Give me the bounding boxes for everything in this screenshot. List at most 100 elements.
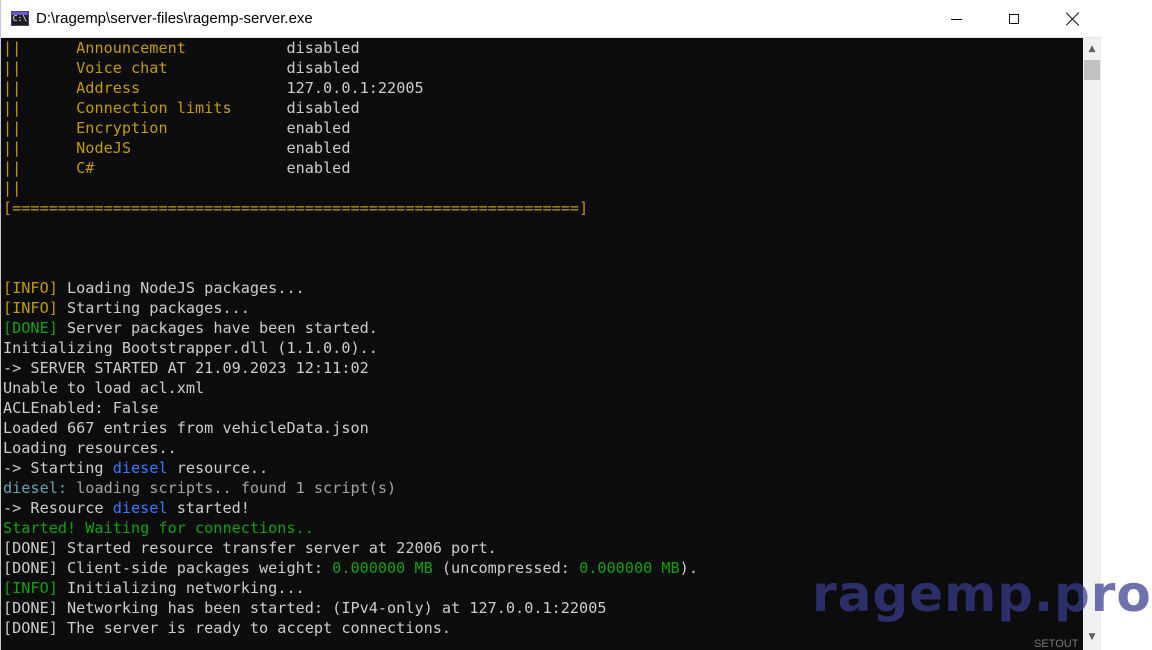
console-text-segment: [DONE] The server is ready to accept con…: [3, 619, 452, 637]
console-line: || Address 127.0.0.1:22005: [3, 78, 698, 98]
close-icon: [1066, 12, 1080, 26]
console-text-segment: enabled: [286, 139, 351, 157]
console-text-segment: NodeJS: [76, 139, 287, 157]
chevron-up-icon: ▲: [1088, 44, 1096, 54]
console-line: [INFO] Loading NodeJS packages...: [3, 278, 698, 298]
console-line: Initializing Bootstrapper.dll (1.1.0.0).…: [3, 338, 698, 358]
console-text-segment: [INFO]: [3, 299, 58, 317]
console-text-segment: Connection limits: [76, 99, 287, 117]
app-icon-text: C:\: [12, 14, 28, 23]
console-line: -> Resource diesel started!: [3, 498, 698, 518]
console-text-segment: -> SERVER STARTED AT 21.09.2023 12:11:02: [3, 359, 369, 377]
console-text-segment: [DONE] Client-side packages weight:: [3, 559, 333, 577]
edge-text: SETOUT: [1034, 638, 1079, 650]
console-text-segment: ||: [3, 39, 77, 57]
console-text-segment: (uncompressed:: [432, 559, 580, 577]
console-text-segment: resource..: [167, 459, 269, 477]
console-line: || Connection limits disabled: [3, 98, 698, 118]
console-text-segment: Loading resources..: [3, 439, 177, 457]
console-text-segment: [DONE] Started resource transfer server …: [3, 539, 497, 557]
console-text-segment: [=======================================…: [3, 199, 589, 217]
scroll-down-button[interactable]: ▼: [1083, 628, 1101, 646]
console-text-segment: Encryption: [76, 119, 287, 137]
console-text-segment: disabled: [286, 39, 360, 57]
console-text-segment: Address: [76, 79, 287, 97]
console-text-segment: disabled: [286, 99, 360, 117]
console-line: || Voice chat disabled: [3, 58, 698, 78]
console-line: ||: [3, 178, 698, 198]
console-line: Started! Waiting for connections..: [3, 518, 698, 538]
maximize-button[interactable]: [985, 0, 1043, 38]
scroll-thumb[interactable]: [1084, 60, 1100, 80]
console-text-segment: ||: [3, 59, 77, 77]
console-text-segment: ||: [3, 179, 22, 197]
console-window: C:\ D:\ragemp\server-files\ragemp-server…: [0, 0, 1102, 650]
console-text-segment: Loaded 667 entries from vehicleData.json: [3, 419, 369, 437]
scroll-up-button[interactable]: ▲: [1083, 40, 1101, 58]
console-line: || Announcement disabled: [3, 38, 698, 58]
console-text-segment: [INFO]: [3, 579, 58, 597]
minimize-button[interactable]: [927, 0, 985, 38]
console-text-segment: Started! Waiting for connections..: [3, 519, 314, 537]
console-text-segment: -> Resource: [3, 499, 113, 517]
console-text-segment: [INFO]: [3, 279, 58, 297]
console-line: ACLEnabled: False: [3, 398, 698, 418]
console-text-segment: -> Starting: [3, 459, 113, 477]
maximize-icon: [1009, 14, 1019, 24]
console-lines: || Announcement disabled || Voice chat di…: [3, 38, 698, 638]
chevron-down-icon: ▼: [1088, 632, 1096, 642]
watermark: ragemp.pro: [812, 565, 1152, 623]
page-background: [1102, 0, 1152, 650]
console-text-segment: diesel: [112, 459, 168, 477]
console-text-segment: Initializing networking...: [57, 579, 305, 597]
console-text-segment: Server packages have been started.: [57, 319, 378, 337]
console-line: [=======================================…: [3, 198, 698, 218]
console-text-segment: 0.000000 MB: [332, 559, 433, 577]
console-line: [DONE] Server packages have been started…: [3, 318, 698, 338]
console-text-segment: enabled: [286, 119, 351, 137]
console-text-segment: 0.000000 MB: [579, 559, 680, 577]
console-line: || NodeJS enabled: [3, 138, 698, 158]
console-text-segment: Starting packages...: [57, 299, 250, 317]
console-text-segment: ||: [3, 139, 77, 157]
console-line: Loading resources..: [3, 438, 698, 458]
console-text-segment: ACLEnabled: False: [3, 399, 159, 417]
console-text-segment: Loading NodeJS packages...: [57, 279, 305, 297]
console-line: -> SERVER STARTED AT 21.09.2023 12:11:02: [3, 358, 698, 378]
console-text-segment: disabled: [286, 59, 360, 77]
console-app-icon[interactable]: C:\: [11, 11, 29, 26]
console-text-segment: ||: [3, 119, 77, 137]
console-text-segment: diesel: [112, 499, 168, 517]
console-text-segment: Initializing Bootstrapper.dll (1.1.0.0).…: [3, 339, 378, 357]
console-output[interactable]: || Announcement disabled || Voice chat di…: [1, 38, 1083, 650]
console-text-segment: ).: [679, 559, 698, 577]
console-line: [DONE] Client-side packages weight: 0.00…: [3, 558, 698, 578]
console-text-segment: diesel:: [3, 479, 68, 497]
title-bar[interactable]: C:\ D:\ragemp\server-files\ragemp-server…: [1, 0, 1102, 38]
console-text-segment: Voice chat: [76, 59, 287, 77]
console-line: || C# enabled: [3, 158, 698, 178]
console-line: [DONE] Started resource transfer server …: [3, 538, 698, 558]
minimize-icon: [950, 18, 962, 20]
console-text-segment: started!: [167, 499, 250, 517]
console-line: diesel: loading scripts.. found 1 script…: [3, 478, 698, 498]
console-text-segment: [DONE] Networking has been started: (IPv…: [3, 599, 607, 617]
console-text-segment: Announcement: [76, 39, 287, 57]
console-line: [DONE] Networking has been started: (IPv…: [3, 598, 698, 618]
close-button[interactable]: [1044, 0, 1102, 38]
console-line: [INFO] Starting packages...: [3, 298, 698, 318]
window-title: D:\ragemp\server-files\ragemp-server.exe: [36, 10, 313, 27]
console-text-segment: loading scripts.. found 1 script(s): [67, 479, 397, 497]
console-line: Loaded 667 entries from vehicleData.json: [3, 418, 698, 438]
console-text-segment: [DONE]: [3, 319, 58, 337]
console-line: -> Starting diesel resource..: [3, 458, 698, 478]
app-icon-bar: [12, 12, 28, 15]
console-line: [DONE] The server is ready to accept con…: [3, 618, 698, 638]
vertical-scrollbar[interactable]: ▲ ▼: [1083, 38, 1101, 650]
console-text-segment: enabled: [286, 159, 351, 177]
console-text-segment: C#: [76, 159, 287, 177]
console-text-segment: ||: [3, 99, 77, 117]
